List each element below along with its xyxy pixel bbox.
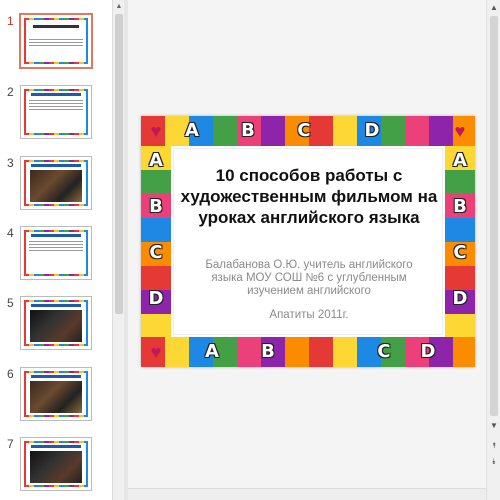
thumbnail-scrollbar[interactable]: ▲	[112, 0, 124, 500]
slide-number: 4	[7, 226, 14, 240]
slide-thumbnail-3[interactable]: 3	[0, 156, 112, 218]
heart-icon: ♥	[454, 121, 466, 141]
slide-thumbnail-7[interactable]: 7	[0, 437, 112, 499]
heart-icon: ♥	[150, 342, 162, 362]
slide-content-area: 10 способов работы с художественным филь…	[173, 148, 443, 335]
previous-slide-icon[interactable]: ⯭	[489, 440, 499, 452]
scroll-up-icon[interactable]: ▲	[489, 2, 499, 14]
slide-thumbnail-5[interactable]: 5	[0, 296, 112, 358]
slide-thumbnail-image[interactable]	[20, 437, 92, 491]
slide-thumbnail-2[interactable]: 2	[0, 85, 112, 147]
border-letter-b: B	[453, 196, 467, 217]
slide-number: 2	[7, 85, 14, 99]
border-letter-b: B	[241, 120, 255, 141]
slide-number: 7	[7, 437, 14, 451]
slide-number: 3	[7, 156, 14, 170]
slide-number: 5	[7, 296, 14, 310]
scrollbar-thumb[interactable]	[115, 14, 123, 314]
border-letter-c: C	[377, 341, 391, 362]
slide-number: 1	[7, 14, 14, 28]
slide-title[interactable]: 10 способов работы с художественным филь…	[174, 165, 444, 228]
slide-thumbnail-image[interactable]	[20, 85, 92, 139]
next-slide-icon[interactable]: ⯯	[489, 456, 499, 468]
scrollbar-thumb[interactable]	[490, 16, 498, 416]
border-letter-d: D	[148, 288, 164, 309]
slide-number: 6	[7, 367, 14, 381]
border-letter-a: A	[453, 150, 467, 171]
border-letter-a: A	[205, 341, 219, 362]
border-letter-b: B	[149, 196, 163, 217]
slide-footer-text[interactable]: Апатиты 2011г.	[194, 309, 424, 322]
border-letter-c: C	[453, 242, 467, 263]
border-letter-b: B	[261, 341, 275, 362]
slide-thumbnail-image[interactable]	[20, 156, 92, 210]
border-letter-c: C	[149, 242, 163, 263]
slide-thumbnail-4[interactable]: 4	[0, 226, 112, 288]
slide-thumbnail-6[interactable]: 6	[0, 367, 112, 429]
border-letter-d: D	[364, 120, 380, 141]
current-slide[interactable]: ♥ A B C D ♥ A B C D A B C D ♥ A B C D 10…	[141, 116, 475, 367]
slide-subtitle[interactable]: Балабанова О.Ю. учитель английского язык…	[194, 259, 424, 298]
scroll-up-icon[interactable]: ▲	[114, 2, 124, 12]
border-letter-a: A	[185, 120, 199, 141]
border-letter-d: D	[420, 341, 436, 362]
slide-thumbnail-image[interactable]	[20, 367, 92, 421]
slide-thumbnail-pane: 1 2 3 4 5 6 7	[0, 0, 112, 500]
border-letter-c: C	[297, 120, 311, 141]
slide-thumbnail-image[interactable]	[19, 13, 93, 69]
slide-thumbnail-image[interactable]	[20, 226, 92, 280]
heart-icon: ♥	[150, 121, 162, 141]
horizontal-scrollbar[interactable]	[128, 488, 486, 500]
slide-thumbnail-image[interactable]	[20, 296, 92, 350]
slide-scrollbar[interactable]: ▲ ▼ ⯭ ⯯	[486, 0, 500, 500]
border-letter-a: A	[149, 150, 163, 171]
scroll-down-icon[interactable]: ▼	[489, 420, 499, 432]
border-letter-d: D	[452, 288, 468, 309]
slide-thumbnail-1[interactable]: 1	[0, 13, 112, 76]
